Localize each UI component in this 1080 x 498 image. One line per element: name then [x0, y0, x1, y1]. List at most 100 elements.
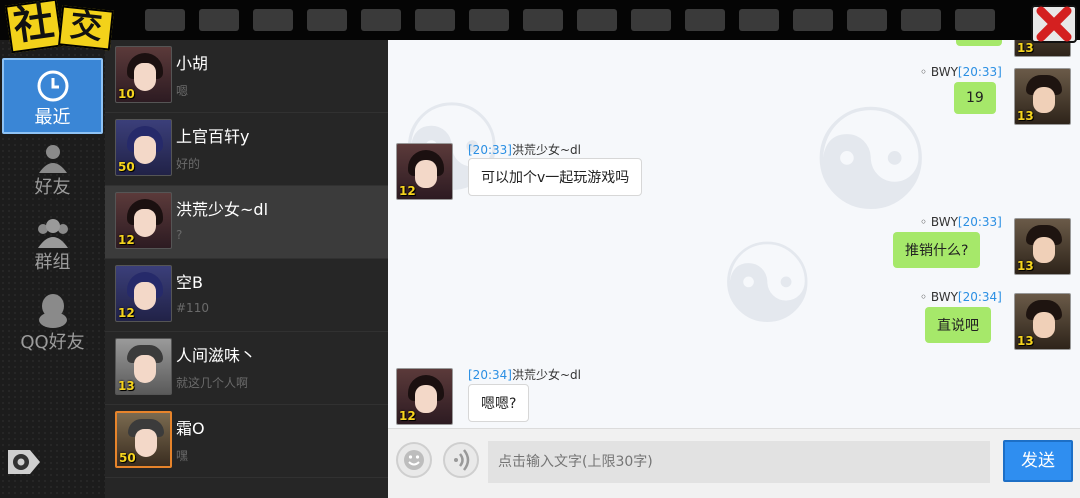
emoji-button[interactable] [396, 442, 432, 478]
my-message-bubble: 19 [954, 82, 996, 114]
contact-name: 上官百轩y [176, 127, 250, 146]
voice-button[interactable] [443, 442, 479, 478]
contact-name: 小胡 [176, 54, 209, 73]
contact-item-selected[interactable]: 12 洪荒少女~dl ? [105, 186, 388, 259]
nav-groups[interactable]: 群组 [0, 218, 105, 282]
film-hole [199, 9, 239, 31]
contact-list: 10 小胡 嗯 50 上官百轩y 好的 12 洪荒少女~dl ? 12 空B #… [105, 40, 388, 498]
contact-item[interactable]: 50 上官百轩y 好的 [105, 113, 388, 186]
chat-panel[interactable]: ☯ ☯ ☯ 13 ◦ BWY[20:33] 19 13 12 [20:33]洪荒… [388, 40, 1080, 428]
nav-qq-friends-label: QQ好友 [20, 332, 85, 353]
level-badge: 13 [1017, 259, 1034, 273]
contact-last-message: 嘿 [176, 449, 189, 463]
nav-friends[interactable]: 好友 [0, 143, 105, 207]
contact-avatar: 12 [396, 368, 453, 425]
their-message-bubble: 嗯嗯? [468, 384, 530, 422]
my-avatar: 13 [1014, 218, 1071, 275]
send-button[interactable]: 发送 [1003, 440, 1073, 482]
guy-avatar: 50 [115, 411, 172, 468]
left-nav: 最近 好友 群组 QQ好友 [0, 40, 105, 498]
nav-recent-label: 最近 [34, 107, 71, 128]
message-time: [20:34] [957, 290, 1002, 304]
voice-icon [454, 449, 470, 471]
contact-item[interactable]: 10 小胡 嗯 [105, 40, 388, 113]
film-hole [145, 9, 185, 31]
message-meta: ◦ BWY[20:34] [920, 290, 1002, 304]
film-hole [739, 9, 779, 31]
contact-item[interactable]: 50 霜O 嘿 [105, 405, 388, 478]
film-hole [577, 9, 617, 31]
level-badge: 13 [1017, 334, 1034, 348]
level-badge: 13 [118, 379, 135, 393]
message-time: [20:33] [957, 215, 1002, 229]
friends-icon [38, 145, 67, 173]
message-time: [20:33] [468, 143, 512, 157]
guy-avatar: 13 [115, 338, 172, 395]
my-avatar: 13 [1014, 68, 1071, 125]
sender-name: BWY [930, 290, 958, 304]
contact-last-message: 就这几个人啊 [176, 376, 249, 390]
film-hole [685, 9, 725, 31]
message-meta: ◦ BWY[20:33] [920, 215, 1002, 229]
film-hole [847, 9, 887, 31]
clock-icon [37, 70, 68, 102]
message-meta: ◦ BWY[20:33] [920, 65, 1002, 79]
level-badge: 13 [1017, 109, 1034, 123]
contact-item[interactable]: 13 人间滋味丶 就这几个人啊 [105, 332, 388, 405]
film-hole [901, 9, 941, 31]
logo-char-1: 社 [4, 0, 64, 54]
level-badge: 50 [118, 160, 135, 174]
sender-name: BWY [930, 215, 958, 229]
contact-name: 霜O [176, 419, 205, 438]
film-hole [469, 9, 509, 31]
social-logo: 社 交 [4, 0, 123, 54]
contact-last-message: 好的 [176, 157, 201, 171]
film-hole [793, 9, 833, 31]
smiley-icon [404, 450, 424, 470]
my-avatar: 13 [1014, 293, 1071, 350]
their-message-bubble: 可以加个v一起玩游戏吗 [468, 158, 643, 196]
contact-name: 人间滋味丶 [176, 346, 257, 365]
film-hole [361, 9, 401, 31]
film-hole [307, 9, 347, 31]
film-hole [955, 9, 995, 31]
film-hole [253, 9, 293, 31]
level-badge: 50 [119, 451, 136, 465]
logo-char-2: 交 [58, 5, 114, 51]
settings-button[interactable] [6, 446, 42, 478]
close-icon [1031, 5, 1077, 43]
my-message-bubble-partial [956, 40, 1002, 46]
background-decoration: ☯ [808, 80, 934, 243]
message-meta: [20:34]洪荒少女~dl [468, 366, 581, 383]
girl-avatar: 12 [115, 265, 172, 322]
my-message-bubble: 直说吧 [925, 307, 991, 343]
nav-recent[interactable]: 最近 [2, 58, 103, 134]
nav-qq-friends[interactable]: QQ好友 [0, 292, 105, 358]
input-bar: 发送 [388, 428, 1080, 498]
top-film-strip [0, 0, 1080, 40]
gear-icon [8, 450, 40, 474]
level-badge: 12 [399, 184, 416, 198]
message-time: [20:33] [957, 65, 1002, 79]
level-badge: 10 [118, 87, 135, 101]
contact-item[interactable]: 12 空B #110 [105, 259, 388, 332]
film-hole [523, 9, 563, 31]
level-badge: 12 [118, 233, 135, 247]
level-badge: 12 [399, 409, 416, 423]
sender-name: 洪荒少女~dl [511, 368, 581, 382]
message-time: [20:34] [468, 368, 512, 382]
message-input[interactable] [488, 441, 990, 483]
background-decoration: ☯ [718, 220, 817, 348]
contact-name: 空B [176, 273, 203, 292]
girl-avatar: 12 [115, 192, 172, 249]
message-meta: [20:33]洪荒少女~dl [468, 141, 581, 158]
film-hole [415, 9, 455, 31]
contact-avatar: 12 [396, 143, 453, 200]
close-button[interactable] [1030, 2, 1078, 44]
contact-name: 洪荒少女~dl [176, 200, 269, 219]
girl-avatar: 10 [115, 46, 172, 103]
nav-groups-label: 群组 [34, 252, 71, 273]
contact-last-message: ? [176, 228, 183, 242]
contact-last-message: 嗯 [176, 84, 189, 98]
my-message-bubble: 推销什么? [893, 232, 981, 268]
